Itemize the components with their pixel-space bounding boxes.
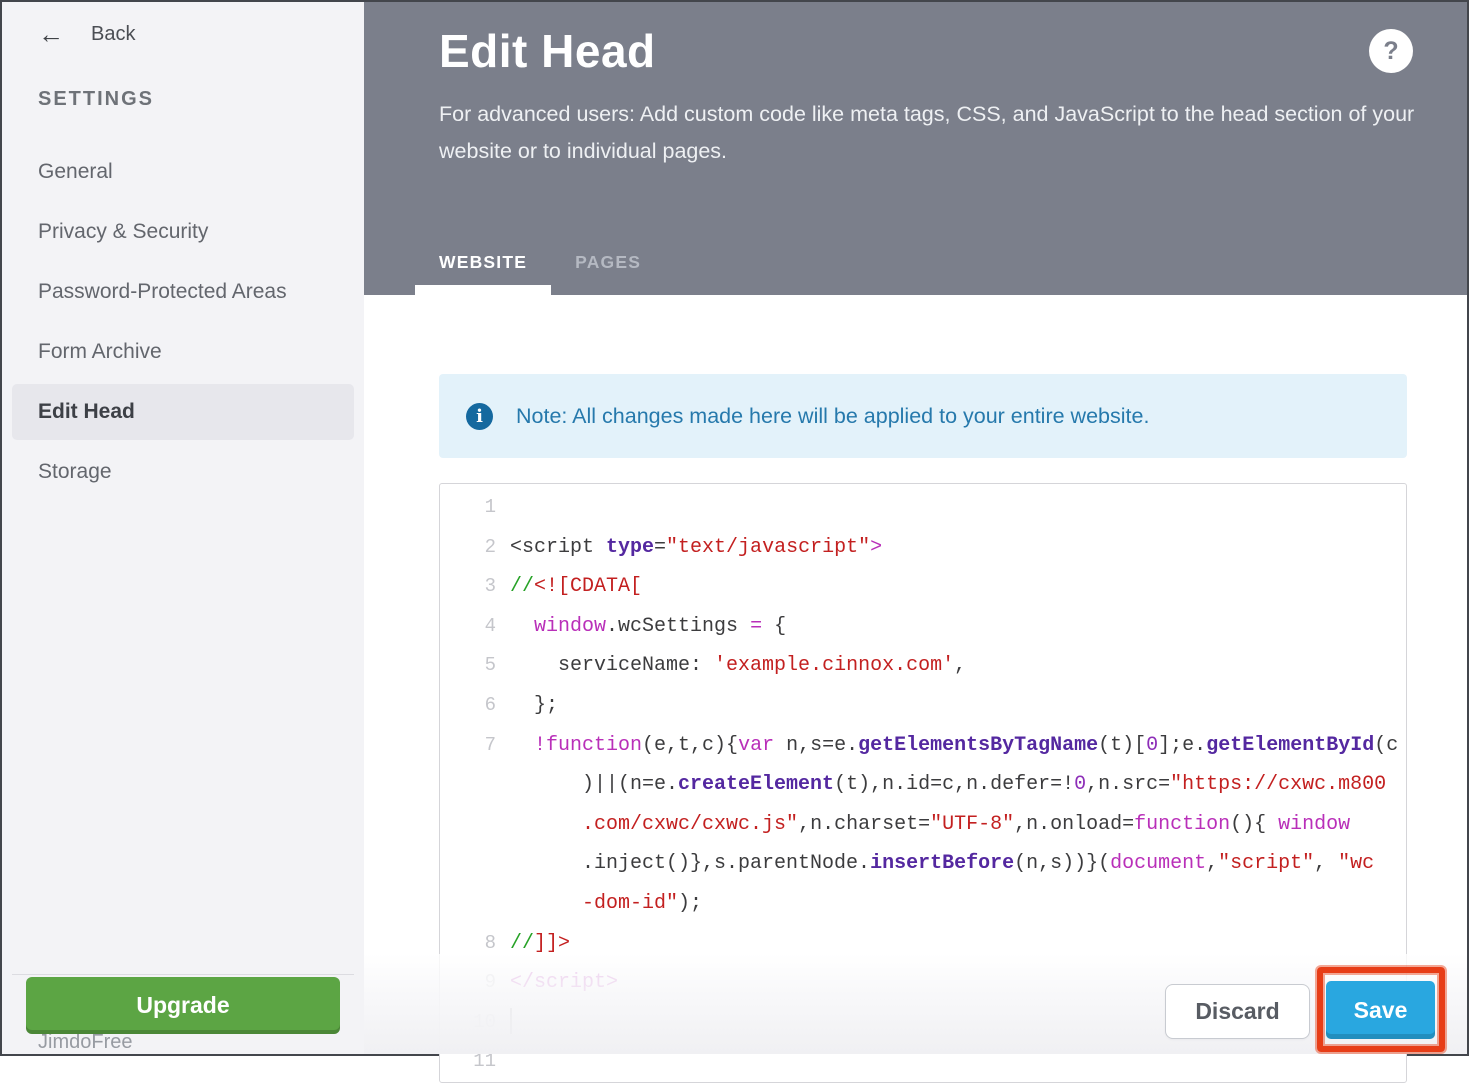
sidebar-item-storage[interactable]: Storage <box>2 442 364 502</box>
tab-website[interactable]: WEBSITE <box>415 229 551 295</box>
settings-section-label: SETTINGS <box>38 88 364 111</box>
edit-head-settings-page: { "sidebar": { "back_label": "Back", "se… <box>0 0 1469 1056</box>
code-line-text: .inject()},s.parentNode.insertBefore(n,s… <box>496 844 1406 884</box>
code-line[interactable]: 7 !function(e,t,c){var n,s=e.getElements… <box>440 726 1406 766</box>
code-line-text: )||(n=e.createElement(t),n.id=c,n.defer=… <box>496 765 1406 805</box>
code-line-text <box>496 488 1406 528</box>
back-label: Back <box>91 23 135 46</box>
line-number: 5 <box>440 646 496 686</box>
code-line-text: !function(e,t,c){var n,s=e.getElementsBy… <box>496 726 1406 766</box>
save-button[interactable]: Save <box>1326 981 1435 1039</box>
code-line[interactable]: -dom-id"); <box>440 884 1406 924</box>
site-plan: JimdoFree <box>38 1031 328 1054</box>
line-number <box>440 765 496 805</box>
line-number: 7 <box>440 726 496 766</box>
line-number: 6 <box>440 686 496 726</box>
code-line[interactable]: 1 <box>440 488 1406 528</box>
line-number <box>440 884 496 924</box>
discard-button[interactable]: Discard <box>1165 984 1310 1039</box>
line-number: 3 <box>440 567 496 607</box>
back-arrow-icon: ← <box>38 21 64 47</box>
code-line-text: serviceName: 'example.cinnox.com', <box>496 646 1406 686</box>
upgrade-button[interactable]: Upgrade <box>26 977 340 1034</box>
page-title: Edit Head <box>439 2 1467 78</box>
code-line[interactable]: .inject()},s.parentNode.insertBefore(n,s… <box>440 844 1406 884</box>
code-line[interactable]: .com/cxwc/cxwc.js",n.charset="UTF-8",n.o… <box>440 805 1406 845</box>
line-number <box>440 844 496 884</box>
page-description: For advanced users: Add custom code like… <box>439 96 1419 170</box>
settings-nav: GeneralPrivacy & SecurityPassword-Protec… <box>2 142 364 502</box>
settings-sidebar: ← Back SETTINGS GeneralPrivacy & Securit… <box>2 2 364 1054</box>
action-footer: Discard Save <box>364 954 1467 1054</box>
code-line-text: .com/cxwc/cxwc.js",n.charset="UTF-8",n.o… <box>496 805 1406 845</box>
code-line[interactable]: 5 serviceName: 'example.cinnox.com', <box>440 646 1406 686</box>
tab-bar: WEBSITEPAGES <box>415 229 665 295</box>
sidebar-item-privacy-security[interactable]: Privacy & Security <box>2 202 364 262</box>
line-number <box>440 805 496 845</box>
note-text: Note: All changes made here will be appl… <box>516 404 1149 429</box>
line-number: 4 <box>440 607 496 647</box>
note-banner: i Note: All changes made here will be ap… <box>439 374 1407 458</box>
save-highlight-annotation: Save <box>1317 967 1445 1052</box>
site-section: abc-co.jimdofree.com JimdoFree ⋮ Upgrade <box>2 974 364 1054</box>
code-line-text: window.wcSettings = { <box>496 607 1406 647</box>
main-panel: Edit Head For advanced users: Add custom… <box>364 2 1467 1054</box>
code-line[interactable]: 3//<![CDATA[ <box>440 567 1406 607</box>
info-icon: i <box>466 403 493 430</box>
back-button[interactable]: ← Back <box>2 2 364 66</box>
line-number: 1 <box>440 488 496 528</box>
sidebar-item-form-archive[interactable]: Form Archive <box>2 322 364 382</box>
code-line[interactable]: 4 window.wcSettings = { <box>440 607 1406 647</box>
code-line-text: <script type="text/javascript"> <box>496 528 1406 568</box>
line-number: 2 <box>440 528 496 568</box>
code-line-text: }; <box>496 686 1406 726</box>
sidebar-item-password-protected-areas[interactable]: Password-Protected Areas <box>2 262 364 322</box>
code-line[interactable]: 2<script type="text/javascript"> <box>440 528 1406 568</box>
tab-pages[interactable]: PAGES <box>551 229 665 295</box>
code-line[interactable]: )||(n=e.createElement(t),n.id=c,n.defer=… <box>440 765 1406 805</box>
page-header: Edit Head For advanced users: Add custom… <box>364 2 1467 295</box>
code-line[interactable]: 6 }; <box>440 686 1406 726</box>
code-line-text: -dom-id"); <box>496 884 1406 924</box>
sidebar-item-general[interactable]: General <box>2 142 364 202</box>
code-line-text: //<![CDATA[ <box>496 567 1406 607</box>
sidebar-item-edit-head[interactable]: Edit Head <box>12 384 354 440</box>
help-button[interactable]: ? <box>1369 29 1413 73</box>
